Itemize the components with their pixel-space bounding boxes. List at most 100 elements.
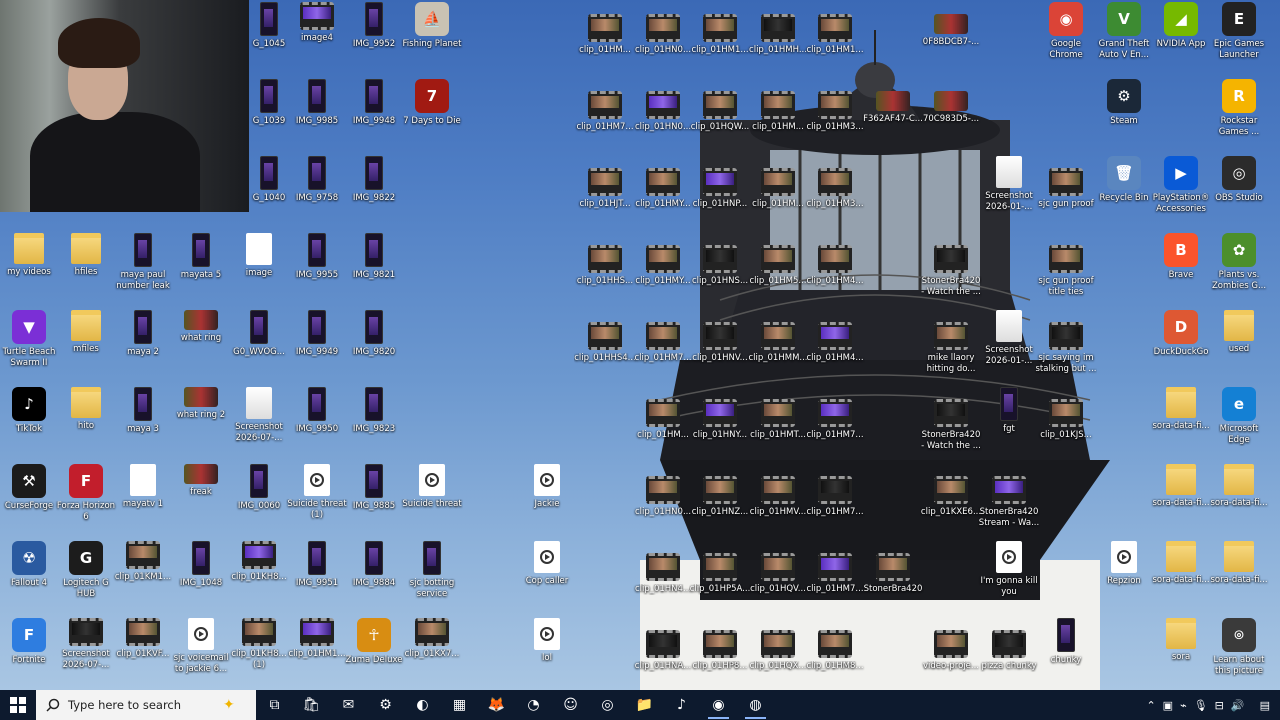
desktop-icon[interactable]: 0F8BDCB7-... [922, 14, 980, 86]
desktop-icon[interactable]: clip_01HNP... [691, 168, 749, 240]
desktop-icon[interactable]: clip_01HMM... [748, 322, 808, 394]
tiktok-button[interactable]: ♪ [663, 690, 700, 720]
desktop-icon[interactable]: clip_01HN4... [634, 553, 692, 625]
desktop-icon[interactable]: IMG_9822 [345, 156, 403, 228]
discord-button[interactable]: ☺ [552, 690, 589, 720]
desktop-icon[interactable]: 7 7 Days to Die [403, 79, 461, 151]
desktop-icon[interactable]: ◢ NVIDIA App [1152, 2, 1210, 74]
desktop-icon[interactable]: Suicide threat (1) [287, 464, 347, 536]
desktop-icon[interactable]: clip_01HMH... [749, 14, 807, 86]
desktop-icon[interactable]: clip_01HNS... [691, 245, 749, 317]
desktop-icon[interactable]: mike llaory hitting do... [922, 322, 980, 394]
desktop-icon[interactable]: ✿ Plants vs. Zombies G... [1210, 233, 1268, 305]
desktop-icon[interactable]: clip_01HHS4... [574, 322, 636, 394]
desktop-icon[interactable]: ◉ Google Chrome [1037, 2, 1095, 74]
desktop-icon[interactable]: sora-data-fi... [1152, 464, 1210, 536]
device-icon[interactable]: ▣ [1163, 699, 1173, 712]
desktop-icon[interactable]: clip_01HM7... [806, 476, 864, 548]
edge-button[interactable]: ◔ [515, 690, 552, 720]
desktop-icon[interactable]: clip_01HM... [749, 91, 807, 163]
desktop-icon[interactable]: IMG_9955 [288, 233, 346, 305]
desktop-icon[interactable]: F362AF47-C... [863, 91, 923, 163]
desktop-icon[interactable]: clip_01HM7... [806, 553, 864, 625]
desktop-icon[interactable]: mayata 5 [172, 233, 230, 305]
desktop-icon[interactable]: clip_01HM3... [806, 168, 864, 240]
desktop-icon[interactable]: Cop caller [518, 541, 576, 613]
desktop-icon[interactable]: clip_01HM... [634, 399, 692, 471]
desktop-icon[interactable]: clip_01HQX... [749, 630, 807, 690]
desktop-icon[interactable]: sora-data-fi... [1210, 464, 1268, 536]
desktop-icon[interactable]: sora-data-fi... [1210, 541, 1268, 613]
desktop-icon[interactable]: F Forza Horizon 6 [57, 464, 115, 536]
desktop-icon[interactable]: clip_01KX7... [403, 618, 461, 690]
desktop-icon[interactable]: sjc gun proof [1037, 168, 1095, 240]
desktop-icon[interactable]: sora-data-fi... [1152, 541, 1210, 613]
desktop-icon[interactable]: clip_01HM3... [806, 91, 864, 163]
desktop-icon[interactable]: I'm gonna kill you [980, 541, 1038, 613]
desktop-icon[interactable]: G Logitech G HUB [57, 541, 115, 613]
desktop-icon[interactable]: sora [1152, 618, 1210, 690]
start-button[interactable] [0, 690, 36, 720]
desktop-icon[interactable]: StonerBra420 [864, 553, 922, 625]
firefox-button[interactable]: 🦊 [478, 690, 515, 720]
desktop-icon[interactable]: IMG_9820 [345, 310, 403, 382]
desktop-icon[interactable]: Screenshot 2026-01-... [980, 310, 1038, 382]
desktop-icon[interactable]: clip_01KXE6... [921, 476, 981, 548]
desktop-icon[interactable]: clip_01HN0... [634, 476, 692, 548]
desktop-icon[interactable]: StonerBra420 - Watch the ... [921, 399, 981, 471]
desktop-icon[interactable]: pizza chunky [980, 630, 1038, 690]
desktop-icon[interactable]: Repzion [1095, 541, 1153, 613]
desktop-icon[interactable]: clip_01HQV... [749, 553, 807, 625]
desktop-icon[interactable]: lol [518, 618, 576, 690]
steam-button[interactable]: ◐ [404, 690, 441, 720]
desktop-icon[interactable]: ◎ OBS Studio [1210, 156, 1268, 228]
notification-icon[interactable]: ▤ [1260, 699, 1270, 712]
desktop-icon[interactable]: image [230, 233, 288, 305]
obs-button[interactable]: ◎ [589, 690, 626, 720]
taskbar-search-box[interactable]: Type here to search ✦ [36, 690, 256, 720]
desktop-icon[interactable]: IMG_0060 [230, 464, 288, 536]
desktop-icon[interactable]: G0_WVOG... [230, 310, 288, 382]
task-view-button[interactable]: ⧉ [256, 690, 293, 720]
desktop-icon[interactable]: Screenshot 2026-07-... [230, 387, 288, 459]
desktop-icon[interactable]: IMG_9823 [345, 387, 403, 459]
desktop-icon[interactable]: clip_01HMY... [634, 245, 692, 317]
desktop-icon[interactable]: clip_01HM7... [806, 399, 864, 471]
desktop-icon[interactable]: clip_01HNV... [691, 322, 749, 394]
desktop-icon[interactable]: clip_01HM7... [634, 322, 692, 394]
desktop-icon[interactable]: 70C983D5-... [922, 91, 980, 163]
desktop-icon[interactable]: IMG_9952 [345, 2, 403, 74]
desktop-icon[interactable]: IMG_9885 [345, 464, 403, 536]
desktop-icon[interactable]: ☥ Zuma Deluxe [345, 618, 403, 690]
desktop-icon[interactable]: e Microsoft Edge [1210, 387, 1268, 459]
desktop-icon[interactable]: R Rockstar Games ... [1210, 79, 1268, 151]
desktop-icon[interactable]: clip_01HM1... [288, 618, 346, 690]
desktop-icon[interactable]: what ring 2 [172, 387, 230, 459]
desktop-icon[interactable]: IMG_9985 [288, 79, 346, 151]
desktop-icon[interactable]: clip_01HMY... [634, 168, 692, 240]
desktop-icon[interactable]: ⚙ Steam [1095, 79, 1153, 151]
desktop-icon[interactable]: clip_01HP5A... [690, 553, 750, 625]
desktop-icon[interactable]: ⌾ Learn about this picture [1210, 618, 1268, 690]
desktop-icon[interactable]: clip_01HM1... [691, 14, 749, 86]
show-hidden-icons-icon[interactable]: ⌃ [1146, 699, 1155, 712]
desktop-icon[interactable]: StonerBra420 Stream - Wa... [979, 476, 1039, 548]
desktop-icon[interactable]: fgt [980, 387, 1038, 459]
desktop-icon[interactable]: clip_01HJT... [576, 168, 634, 240]
outlook-button[interactable]: ✉ [330, 690, 367, 720]
desktop-icon[interactable]: clip_01HN0... [634, 91, 692, 163]
desktop-icon[interactable]: clip_01KH8... [230, 541, 288, 613]
desktop-icon[interactable]: clip_01HMT... [749, 399, 807, 471]
desktop-icon[interactable]: maya 3 [114, 387, 172, 459]
desktop-icon[interactable]: clip_01HM... [576, 14, 634, 86]
desktop-icon[interactable]: clip_01HP8... [691, 630, 749, 690]
desktop-icon[interactable]: ⛵ Fishing Planet [403, 2, 461, 74]
desktop-icon[interactable]: ▼ Turtle Beach Swarm II [0, 310, 58, 382]
microphone-icon[interactable]: 🎙 [1194, 699, 1208, 712]
desktop-icon[interactable]: ♪ TikTok [0, 387, 58, 459]
desktop-icon[interactable]: IMG_9821 [345, 233, 403, 305]
desktop-icon[interactable]: StonerBra420 - Watch the ... [921, 245, 981, 317]
desktop-icon[interactable]: what ring [172, 310, 230, 382]
desktop-icon[interactable]: clip_01HM4... [806, 322, 864, 394]
desktop-icon[interactable]: video-proje... [922, 630, 980, 690]
